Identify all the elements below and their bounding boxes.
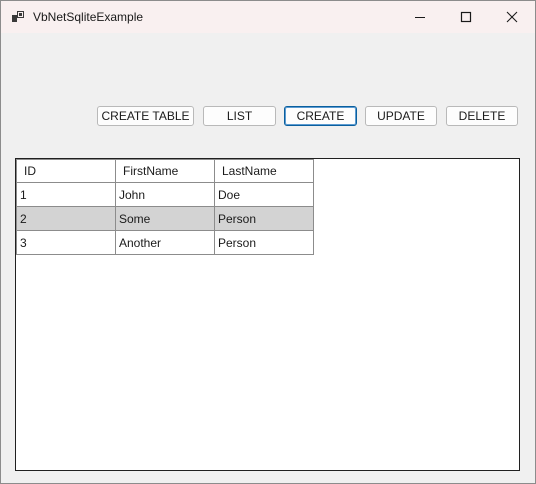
column-header-firstname[interactable]: FirstName [115, 159, 215, 183]
cell-lastname[interactable]: Person [214, 230, 314, 255]
cell-firstname[interactable]: Some [115, 206, 215, 231]
cell-firstname[interactable]: Another [115, 230, 215, 255]
column-header-lastname[interactable]: LastName [214, 159, 314, 183]
minimize-icon [415, 17, 425, 18]
create-button[interactable]: CREATE [284, 106, 357, 126]
title-bar[interactable]: VbNetSqliteExample [1, 1, 535, 33]
data-grid-table: ID FirstName LastName 1 John Doe 2 Some … [16, 159, 314, 255]
table-row[interactable]: 3 Another Person [16, 230, 314, 255]
app-window: VbNetSqliteExample CREATE TABLE LIST CRE… [0, 0, 536, 484]
column-header-id[interactable]: ID [16, 159, 116, 183]
table-row[interactable]: 1 John Doe [16, 182, 314, 207]
close-icon [506, 11, 518, 23]
table-row-selected[interactable]: 2 Some Person [16, 206, 314, 231]
maximize-button[interactable] [443, 1, 489, 33]
minimize-button[interactable] [397, 1, 443, 33]
maximize-icon [460, 11, 472, 23]
data-grid[interactable]: ID FirstName LastName 1 John Doe 2 Some … [15, 158, 520, 471]
cell-id[interactable]: 2 [16, 206, 116, 231]
header-row: ID FirstName LastName [16, 159, 314, 183]
cell-lastname[interactable]: Person [214, 206, 314, 231]
create-table-button[interactable]: CREATE TABLE [97, 106, 194, 126]
app-icon [12, 11, 24, 22]
close-button[interactable] [489, 1, 535, 33]
cell-id[interactable]: 3 [16, 230, 116, 255]
cell-id[interactable]: 1 [16, 182, 116, 207]
update-button[interactable]: UPDATE [365, 106, 437, 126]
delete-button[interactable]: DELETE [446, 106, 518, 126]
cell-lastname[interactable]: Doe [214, 182, 314, 207]
cell-firstname[interactable]: John [115, 182, 215, 207]
list-button[interactable]: LIST [203, 106, 276, 126]
window-title: VbNetSqliteExample [33, 10, 144, 24]
